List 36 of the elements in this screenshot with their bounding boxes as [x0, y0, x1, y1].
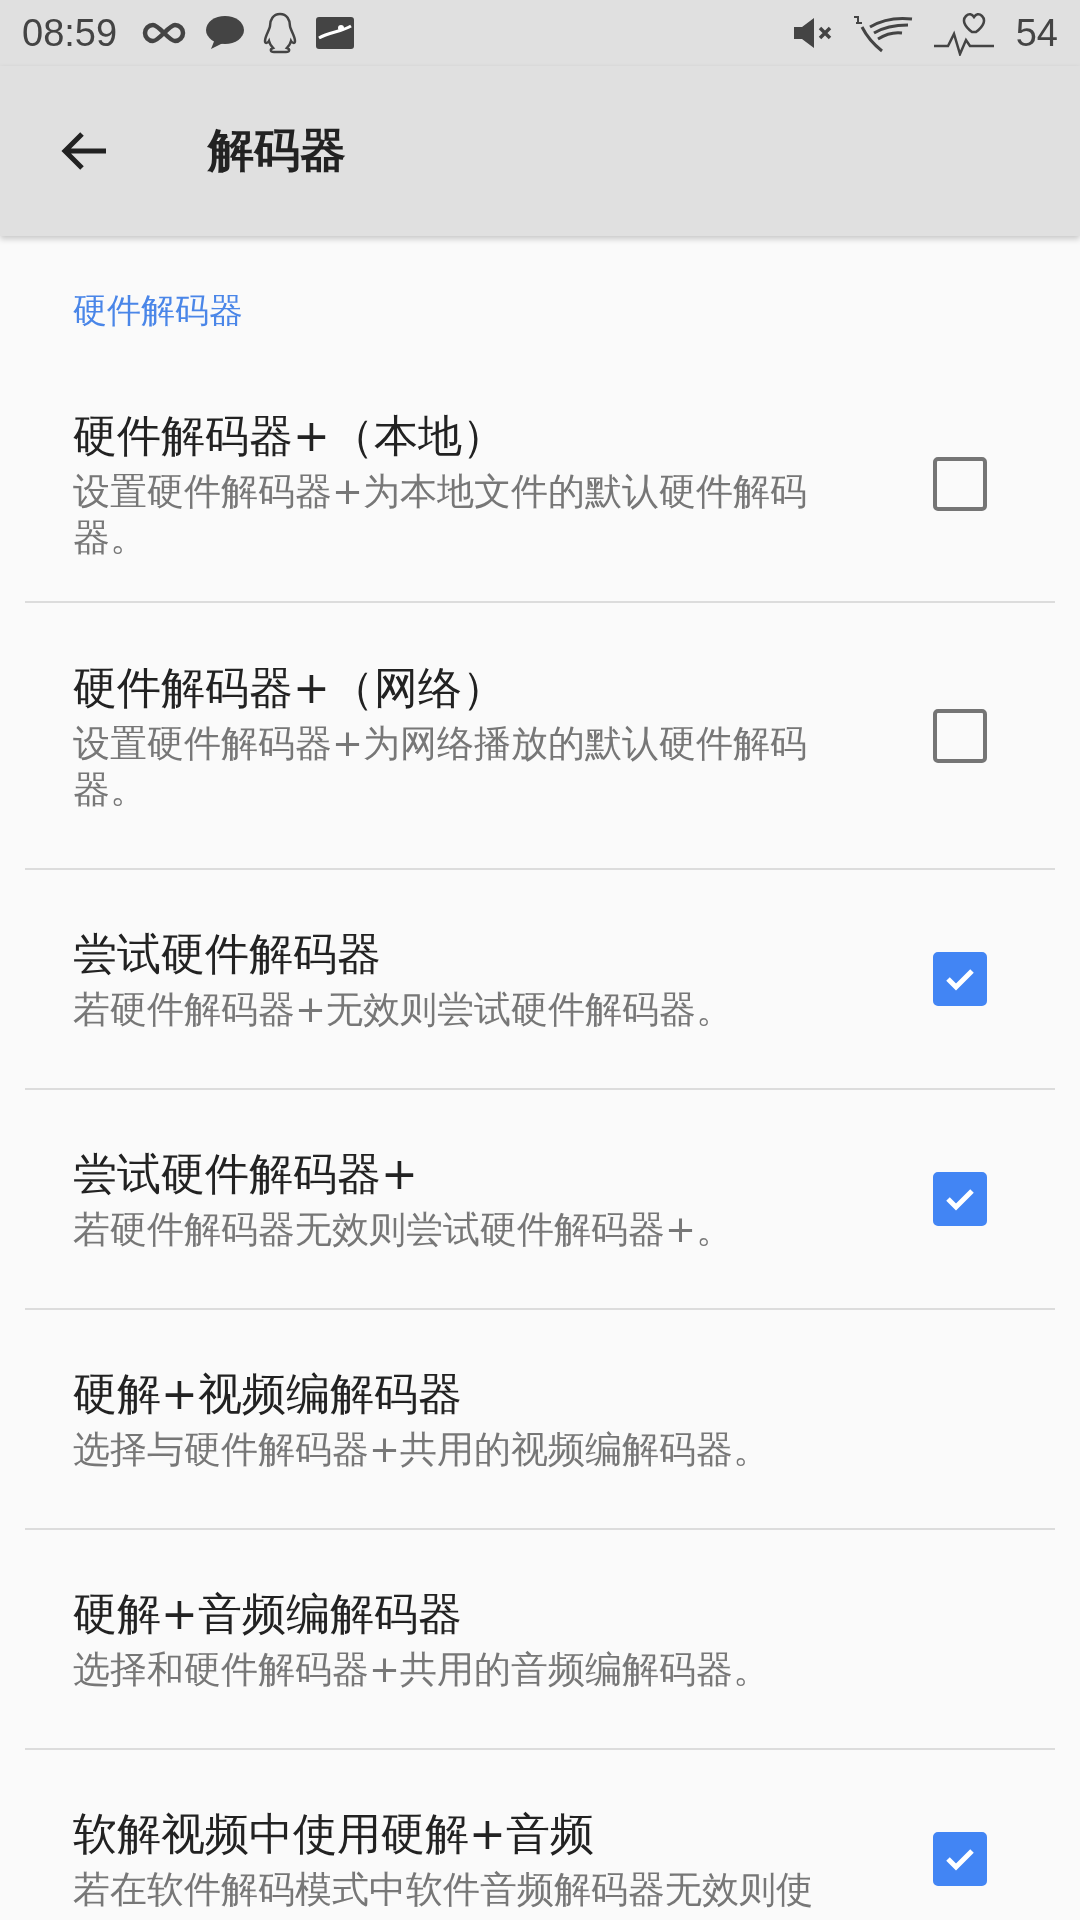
setting-item[interactable]: 硬解+音频编解码器 选择和硬件解码器+共用的音频编解码器。 [25, 1530, 1055, 1750]
setting-title: 尝试硬件解码器 [73, 927, 382, 981]
setting-title: 硬解+视频编解码器 [73, 1367, 463, 1421]
setting-summary: 选择与硬件解码器+共用的视频编解码器。 [73, 1427, 771, 1473]
setting-summary: 设置硬件解码器+为网络播放的默认硬件解码器。 [73, 720, 808, 813]
checkbox[interactable] [933, 952, 987, 1006]
mute-icon [791, 16, 834, 50]
infinity-icon [141, 21, 188, 45]
setting-summary: 若在软件解码模式中软件音频解码器无效则使 [73, 1867, 814, 1913]
setting-summary: 若硬件解码器+无效则尝试硬件解码器。 [73, 987, 734, 1033]
setting-item[interactable]: 软解视频中使用硬解+音频 若在软件解码模式中软件音频解码器无效则使 [25, 1750, 1055, 1920]
checkbox[interactable] [933, 708, 987, 763]
image-icon [315, 16, 356, 50]
checkbox[interactable] [933, 456, 987, 511]
penguin-icon [263, 12, 298, 54]
section-header: 硬件解码器 [72, 289, 244, 332]
setting-item[interactable]: 尝试硬件解码器+ 若硬件解码器无效则尝试硬件解码器+。 [25, 1090, 1055, 1310]
signal-icon [851, 13, 914, 53]
battery-level: 54 [1015, 11, 1058, 55]
setting-summary: 若硬件解码器无效则尝试硬件解码器+。 [73, 1207, 734, 1253]
setting-title: 软解视频中使用硬解+音频 [73, 1807, 595, 1861]
setting-title: 硬件解码器+（网络） [73, 660, 507, 715]
setting-item[interactable]: 硬件解码器+（网络） 设置硬件解码器+为网络播放的默认硬件解码器。 [25, 603, 1055, 870]
setting-title: 尝试硬件解码器+ [73, 1147, 419, 1201]
setting-item[interactable]: 硬件解码器+（本地） 设置硬件解码器+为本地文件的默认硬件解码器。 [25, 366, 1055, 603]
setting-title: 硬解+音频编解码器 [73, 1587, 463, 1641]
chat-bubble-icon [205, 15, 246, 51]
setting-title: 硬件解码器+（本地） [73, 408, 507, 463]
setting-item[interactable]: 硬解+视频编解码器 选择与硬件解码器+共用的视频编解码器。 [25, 1310, 1055, 1530]
setting-summary: 设置硬件解码器+为本地文件的默认硬件解码器。 [73, 468, 808, 561]
page-title: 解码器 [208, 122, 346, 179]
checkbox[interactable] [933, 1832, 987, 1886]
setting-item[interactable]: 尝试硬件解码器 若硬件解码器+无效则尝试硬件解码器。 [25, 870, 1055, 1090]
checkbox[interactable] [933, 1172, 987, 1226]
setting-summary: 选择和硬件解码器+共用的音频编解码器。 [73, 1647, 771, 1693]
status-time: 08:59 [22, 11, 118, 55]
